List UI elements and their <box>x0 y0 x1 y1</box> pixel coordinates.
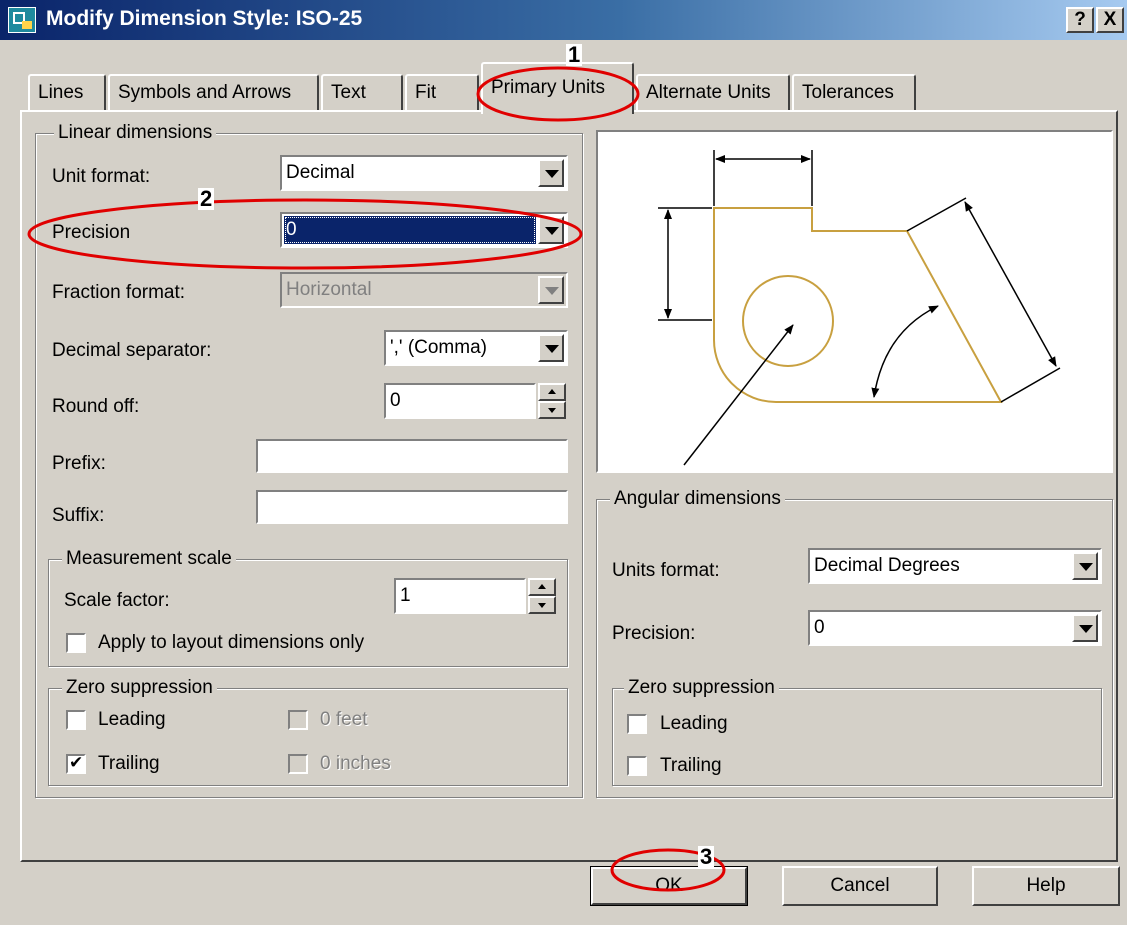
panel-content: Linear dimensions Unit format: Decimal P… <box>0 0 1127 925</box>
annotation-number-2: 2 <box>198 186 215 211</box>
annotation-overlay <box>27 66 726 892</box>
annotation-number-3: 3 <box>698 844 715 869</box>
annotation-number-1: 1 <box>566 42 583 67</box>
annotation-ellipses <box>27 66 726 892</box>
